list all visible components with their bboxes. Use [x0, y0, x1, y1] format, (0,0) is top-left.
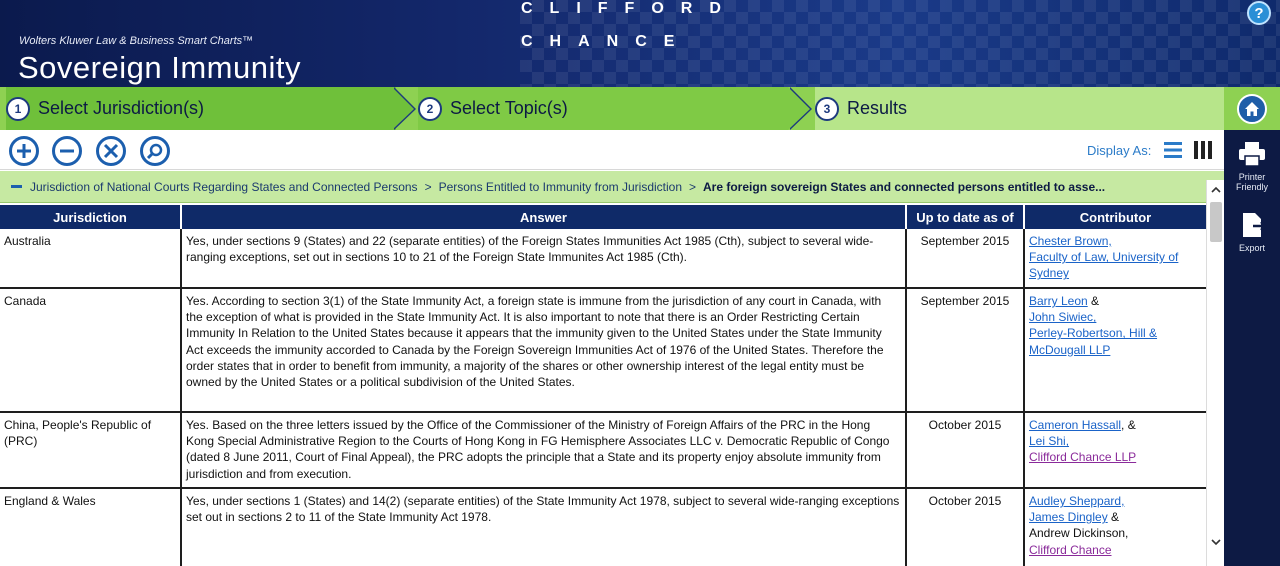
- jurisdiction-cell: Canada: [0, 288, 182, 413]
- step-number-1: 1: [6, 96, 30, 121]
- table-row: England & Wales Yes, under sections 1 (S…: [0, 488, 1206, 566]
- column-header-contributor: Contributor: [1024, 205, 1206, 229]
- breadcrumb-current: Are foreign sovereign States and connect…: [703, 179, 1106, 194]
- right-sidebar: Printer Friendly Export: [1224, 87, 1280, 566]
- contributor-link[interactable]: Chester Brown,: [1029, 234, 1112, 248]
- table-row: Australia Yes, under sections 9 (States)…: [0, 229, 1206, 289]
- contributor-separator: &: [1107, 510, 1120, 525]
- step-label: Select Jurisdiction(s): [38, 98, 205, 118]
- contributor-cell: Barry Leon & John Siwiec, Perley-Roberts…: [1024, 288, 1206, 413]
- answer-cell: Yes. Based on the three letters issued b…: [181, 412, 907, 489]
- expand-all-icon[interactable]: [9, 136, 39, 166]
- printer-icon: [1239, 142, 1265, 167]
- contributor-link[interactable]: James Dingley: [1029, 510, 1108, 524]
- list-view-icon[interactable]: [1162, 139, 1184, 161]
- step-results[interactable]: 3 Results: [815, 87, 1224, 130]
- collapse-all-icon[interactable]: [52, 136, 82, 166]
- printer-label-2: Friendly: [1235, 182, 1268, 192]
- step-separator: [392, 87, 414, 130]
- export-button[interactable]: Export: [1224, 212, 1280, 253]
- steps-bar: 1 Select Jurisdiction(s) 2 Select Topic(…: [0, 87, 1224, 130]
- step-label: Results: [847, 98, 908, 118]
- contributor-name: Andrew Dickinson,: [1029, 526, 1129, 541]
- table-header-row: Jurisdiction Answer Up to date as of Con…: [0, 205, 1206, 229]
- vertical-scrollbar[interactable]: [1206, 180, 1224, 566]
- answer-cell: Yes, under sections 9 (States) and 22 (s…: [181, 229, 907, 289]
- contributor-link[interactable]: Perley-Robertson, Hill & McDougall LLP: [1029, 326, 1157, 356]
- export-icon: [1243, 213, 1269, 237]
- step-select-jurisdiction[interactable]: 1 Select Jurisdiction(s): [6, 87, 396, 130]
- contributor-cell: Chester Brown, Faculty of Law, Universit…: [1024, 229, 1206, 289]
- scrollbar-thumb[interactable]: [1210, 202, 1222, 242]
- page-title: Sovereign Immunity: [18, 50, 301, 85]
- column-header-jurisdiction: Jurisdiction: [0, 205, 182, 229]
- table-row: China, People's Republic of (PRC) Yes. B…: [0, 412, 1206, 489]
- date-cell: October 2015: [906, 412, 1025, 489]
- contributor-separator: , &: [1121, 418, 1136, 432]
- breadcrumb-separator: >: [424, 179, 432, 194]
- printer-label-1: Printer: [1238, 172, 1266, 182]
- home-icon: [1237, 93, 1267, 124]
- date-cell: September 2015: [906, 229, 1025, 289]
- jurisdiction-cell: China, People's Republic of (PRC): [0, 412, 182, 489]
- breadcrumb-item-1[interactable]: Jurisdiction of National Courts Regardin…: [30, 180, 418, 194]
- step-label: Select Topic(s): [450, 98, 568, 118]
- help-icon[interactable]: ?: [1247, 1, 1271, 25]
- column-header-answer: Answer: [181, 205, 907, 229]
- step-select-topic[interactable]: 2 Select Topic(s): [418, 87, 788, 130]
- contributor-cell: Audley Sheppard, James Dingley & Andrew …: [1024, 488, 1206, 566]
- contributor-link[interactable]: Faculty of Law, University of Sydney: [1029, 250, 1178, 280]
- brand-text: Wolters Kluwer Law & Business Smart Char…: [19, 35, 254, 47]
- contributor-link[interactable]: Audley Sheppard,: [1029, 494, 1124, 508]
- contributor-link[interactable]: Lei Shi,: [1029, 434, 1069, 448]
- breadcrumb-separator: >: [689, 179, 697, 194]
- scroll-down-icon[interactable]: [1210, 536, 1222, 548]
- contributor-link[interactable]: Clifford Chance: [1029, 543, 1112, 557]
- contributor-link[interactable]: Clifford Chance LLP: [1029, 450, 1136, 464]
- date-cell: September 2015: [906, 288, 1025, 413]
- date-cell: October 2015: [906, 488, 1025, 566]
- answer-cell: Yes, under sections 1 (States) and 14(2)…: [181, 488, 907, 566]
- jurisdiction-cell: England & Wales: [0, 488, 182, 566]
- search-icon[interactable]: [140, 136, 170, 166]
- step-number-2: 2: [418, 96, 442, 121]
- printer-friendly-button[interactable]: Printer Friendly: [1224, 141, 1280, 192]
- logo-text-line2: CHANCE: [521, 33, 692, 50]
- results-table-container: Jurisdiction Answer Up to date as of Con…: [0, 205, 1206, 566]
- app-header: Wolters Kluwer Law & Business Smart Char…: [0, 0, 1280, 87]
- clear-icon[interactable]: [96, 136, 126, 166]
- table-row: Canada Yes. According to section 3(1) of…: [0, 288, 1206, 413]
- jurisdiction-cell: Australia: [0, 229, 182, 289]
- logo-text-line1: CLIFFORD: [521, 0, 738, 17]
- contributor-link[interactable]: Cameron Hassall: [1029, 418, 1121, 432]
- results-table: Jurisdiction Answer Up to date as of Con…: [0, 205, 1206, 566]
- step-separator: [788, 87, 810, 130]
- contributor-separator: &: [1087, 294, 1100, 308]
- contributor-link[interactable]: Barry Leon: [1029, 294, 1088, 308]
- breadcrumb: Jurisdiction of National Courts Regardin…: [0, 171, 1224, 203]
- display-as-label: Display As:: [1087, 143, 1152, 158]
- column-view-icon[interactable]: [1192, 139, 1214, 161]
- answer-cell: Yes. According to section 3(1) of the St…: [181, 288, 907, 413]
- step-number-3: 3: [815, 96, 839, 121]
- toolbar: Display As:: [0, 130, 1224, 170]
- scroll-up-icon[interactable]: [1210, 184, 1222, 196]
- collapse-icon[interactable]: [11, 185, 22, 188]
- contributor-cell: Cameron Hassall, & Lei Shi, Clifford Cha…: [1024, 412, 1206, 489]
- breadcrumb-item-2[interactable]: Persons Entitled to Immunity from Jurisd…: [439, 180, 682, 194]
- home-button[interactable]: [1224, 87, 1280, 130]
- column-header-date: Up to date as of: [906, 205, 1025, 229]
- contributor-link[interactable]: John Siwiec,: [1029, 310, 1096, 324]
- export-label: Export: [1238, 243, 1265, 253]
